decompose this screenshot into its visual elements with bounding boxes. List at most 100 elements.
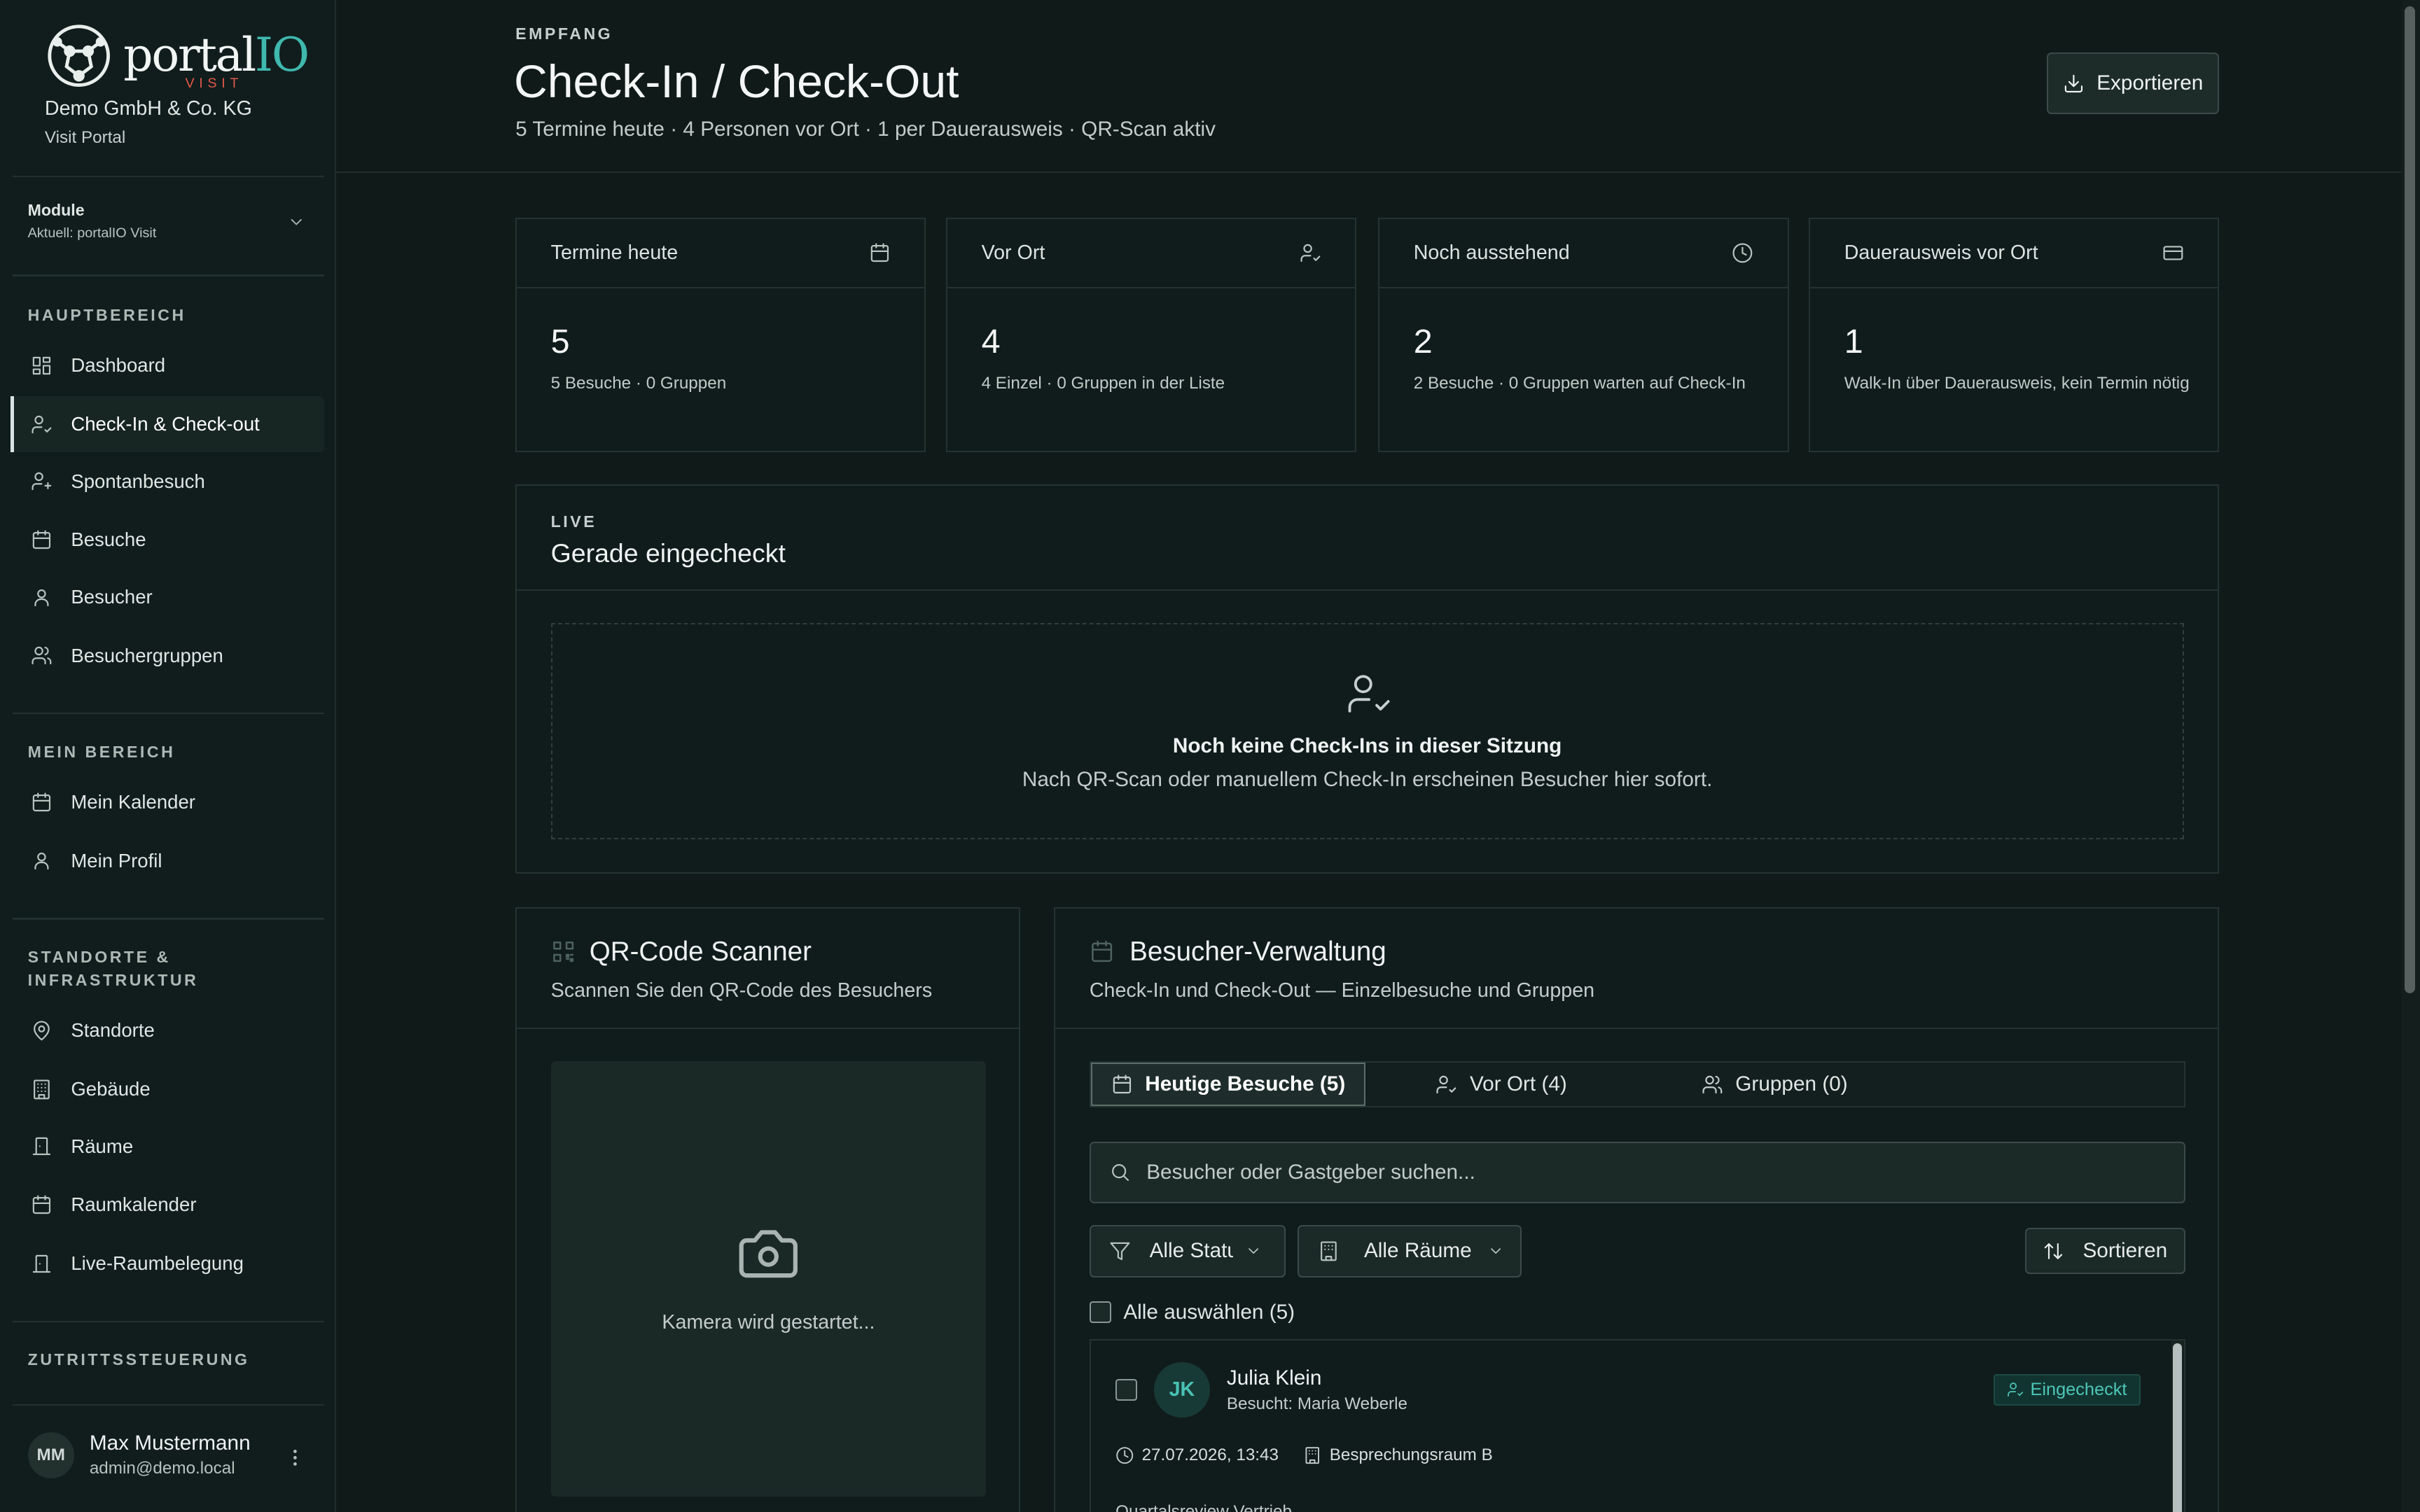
divider: [12, 1320, 324, 1322]
sidebar-item-label: Mein Profil: [71, 849, 162, 872]
section-main-heading: HAUPTBEREICH: [27, 306, 186, 325]
live-label: LIVE: [550, 512, 597, 531]
page-eyebrow: EMPFANG: [515, 24, 613, 43]
tab-bar: Heutige Besuche (5) Vor Ort (4) Gruppen …: [1089, 1061, 2185, 1108]
sidebar-item-label: Besucher: [71, 585, 153, 608]
module-current: Aktuell: portalIO Visit: [27, 225, 157, 241]
visit-purpose: Quartalsreview Vertrieb: [1115, 1502, 1292, 1512]
visitor-avatar: JK: [1154, 1362, 1210, 1418]
org-name: Demo GmbH & Co. KG: [44, 97, 252, 120]
tab-label: Vor Ort (4): [1469, 1072, 1567, 1096]
tab-label: Heutige Besuche (5): [1145, 1072, 1346, 1096]
status-badge: Eingecheckt: [1994, 1374, 2141, 1406]
section-sites-heading: STANDORTE & INFRASTRUKTUR: [27, 948, 199, 990]
sidebar-item-label: Besuchergruppen: [71, 644, 223, 666]
sidebar-item-label: Check-In & Check-out: [71, 413, 260, 435]
more-vertical-icon[interactable]: [284, 1447, 306, 1469]
logo-accent: IO: [254, 28, 310, 83]
divider: [12, 1404, 324, 1406]
stat-subtext: 5 Besuche · 0 Gruppen: [550, 374, 727, 393]
divider: [12, 918, 324, 920]
export-button[interactable]: Exportieren: [2046, 52, 2220, 115]
select-all-checkbox[interactable]: [1089, 1301, 1111, 1324]
select-all[interactable]: Alle auswählen (5): [1089, 1300, 1295, 1324]
sidebar-item-live-raumbelegung[interactable]: Live-Raumbelegung: [13, 1236, 324, 1291]
search-input[interactable]: [1146, 1160, 2134, 1184]
room-filter-value: Alle Räume: [1363, 1239, 1472, 1263]
calendar-icon: [32, 1195, 51, 1214]
qr-title: QR-Code Scanner: [589, 936, 812, 967]
clock-icon: [1732, 243, 1753, 263]
section-mine-heading: MEIN BEREICH: [27, 742, 176, 761]
sidebar-item-label: Raumkalender: [71, 1194, 197, 1216]
sidebar-item-mein-kalender[interactable]: Mein Kalender: [13, 774, 324, 830]
sidebar-item-besucher[interactable]: Besucher: [13, 569, 324, 624]
portal-name: Visit Portal: [44, 127, 126, 147]
stat-subtext: 2 Besuche · 0 Gruppen warten auf Check-I…: [1413, 374, 1746, 393]
sidebar-item-label: Live-Raumbelegung: [71, 1252, 244, 1275]
sidebar-item-check-in[interactable]: Check-In & Check-out: [11, 396, 324, 452]
search-field[interactable]: [1089, 1141, 2185, 1203]
tab-heutige-besuche[interactable]: Heutige Besuche (5): [1090, 1063, 1366, 1106]
filter-icon: [1110, 1242, 1130, 1260]
sidebar-item-mein-profil[interactable]: Mein Profil: [13, 833, 324, 888]
sidebar-item-label: Standorte: [71, 1019, 155, 1042]
user-check-icon: [32, 415, 52, 433]
stat-subtext: 4 Einzel · 0 Gruppen in der Liste: [981, 374, 1225, 393]
user-plus-icon: [32, 472, 52, 491]
status-filter-dropdown[interactable]: Alle Status: [1089, 1224, 1286, 1278]
card-icon: [2163, 246, 2183, 260]
logo-main: portal: [123, 28, 256, 83]
page-subtitle: 5 Termine heute · 4 Personen vor Ort · 1…: [515, 117, 1216, 141]
empty-state: Noch keine Check-Ins in dieser Sitzung N…: [550, 623, 2184, 839]
sidebar-item-dashboard[interactable]: Dashboard: [13, 338, 324, 393]
building-icon: [1305, 1446, 1320, 1464]
tab-vor-ort[interactable]: Vor Ort (4): [1365, 1063, 1637, 1106]
stat-value: 2: [1413, 323, 1433, 361]
mgmt-subtitle: Check-In und Check-Out — Einzelbesuche u…: [1089, 979, 1595, 1002]
qr-subtitle: Scannen Sie den QR-Code des Besuchers: [550, 979, 933, 1002]
list-scrollbar[interactable]: [2171, 1340, 2184, 1512]
visit-checkbox[interactable]: [1115, 1379, 1137, 1401]
visit-row[interactable]: JK Julia Klein Besucht: Maria Weberle Ei…: [1089, 1338, 2185, 1512]
sidebar-item-besuchergruppen[interactable]: Besuchergruppen: [13, 628, 324, 683]
user-profile[interactable]: MM Max Mustermann admin@demo.local: [27, 1432, 251, 1478]
sidebar-item-besuche[interactable]: Besuche: [13, 512, 324, 568]
visitor-name: Julia Klein: [1226, 1366, 1322, 1390]
calendar-icon: [1113, 1074, 1131, 1093]
stat-title: Noch ausstehend: [1413, 241, 1570, 264]
tab-label: Gruppen (0): [1735, 1072, 1848, 1096]
brand-logo[interactable]: portalIO VISIT: [43, 20, 310, 91]
calendar-icon: [870, 243, 889, 262]
select-all-label: Alle auswählen (5): [1123, 1300, 1295, 1324]
door-icon: [32, 1254, 51, 1273]
sidebar-item-standorte[interactable]: Standorte: [13, 1003, 324, 1058]
visit-room: Besprechungsraum B: [1329, 1445, 1493, 1464]
user-icon: [34, 589, 49, 606]
sort-button[interactable]: Sortieren: [2024, 1228, 2185, 1275]
sidebar-item-spontanbesuch[interactable]: Spontanbesuch: [13, 454, 324, 509]
room-filter-dropdown[interactable]: Alle Räume: [1298, 1224, 1522, 1278]
page-header: EMPFANG Check-In / Check-Out 5 Termine h…: [336, 0, 2405, 173]
sidebar-item-label: Dashboard: [71, 354, 166, 377]
mgmt-title: Besucher-Verwaltung: [1129, 936, 1386, 967]
tab-gruppen[interactable]: Gruppen (0): [1637, 1063, 1912, 1106]
divider: [12, 713, 324, 715]
stat-card-dauerausweis: Dauerausweis vor Ort 1 Walk-In über Daue…: [1809, 217, 2220, 452]
building-icon: [34, 1079, 50, 1100]
sidebar-item-raeume[interactable]: Räume: [13, 1119, 324, 1174]
avatar: MM: [27, 1432, 74, 1478]
sidebar: portalIO VISIT Demo GmbH & Co. KG Visit …: [0, 0, 337, 1512]
stat-value: 5: [550, 323, 570, 361]
stat-card-ausstehend: Noch ausstehend 2 2 Besuche · 0 Gruppen …: [1378, 217, 1789, 452]
module-switcher[interactable]: Module Aktuell: portalIO Visit: [28, 201, 309, 242]
sidebar-item-raumkalender[interactable]: Raumkalender: [13, 1177, 324, 1233]
page-scrollbar[interactable]: [2401, 0, 2420, 1512]
qr-code-icon: [552, 941, 573, 962]
calendar-icon: [32, 792, 51, 811]
camera-viewport[interactable]: Kamera wird gestartet...: [550, 1061, 987, 1497]
camera-icon: [739, 1230, 798, 1278]
door-icon: [32, 1137, 51, 1156]
stat-subtext: Walk-In über Dauerausweis, kein Termin n…: [1844, 374, 2190, 393]
sidebar-item-gebaeude[interactable]: Gebäude: [13, 1061, 324, 1116]
